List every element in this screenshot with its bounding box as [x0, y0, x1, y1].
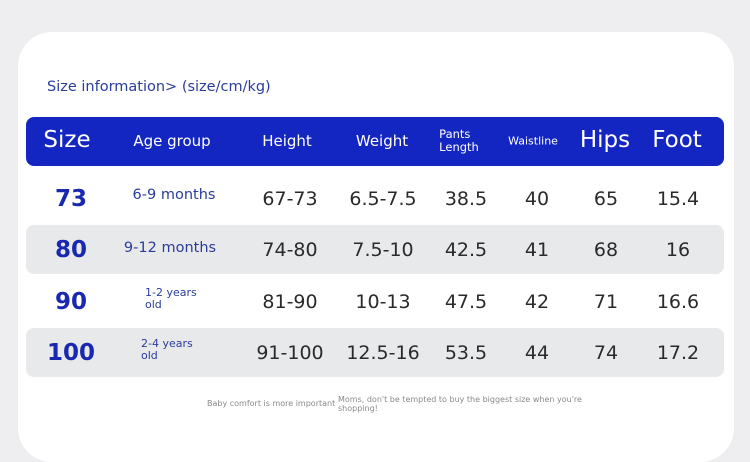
row3-age-line2: old	[145, 298, 162, 311]
header-pants-length: Pants Length	[439, 128, 479, 154]
row1-size: 73	[54, 186, 88, 212]
footnote-left: Baby comfort is more important	[207, 399, 336, 408]
row4-weight: 12.5-16	[346, 342, 420, 364]
header-hips: Hips	[579, 127, 631, 153]
row3-hips: 71	[593, 291, 619, 313]
size-information-title: Size information> (size/cm/kg)	[47, 79, 271, 95]
header-size: Size	[43, 127, 91, 153]
row3-size: 90	[54, 289, 88, 315]
row1-weight: 6.5-7.5	[349, 188, 417, 210]
row1-waist: 40	[524, 188, 550, 210]
row2-foot: 16	[665, 239, 691, 261]
row4-hips: 74	[593, 342, 619, 364]
footnote-right-line1: Moms, don't be tempted to buy the bigges…	[338, 395, 582, 404]
header-weight: Weight	[355, 132, 409, 150]
footnote-right: Moms, don't be tempted to buy the bigges…	[338, 395, 582, 413]
row2-hips: 68	[593, 239, 619, 261]
row4-waist: 44	[524, 342, 550, 364]
header-pants-line2: Length	[439, 140, 479, 154]
row2-height: 74-80	[262, 239, 318, 261]
row2-weight: 7.5-10	[352, 239, 414, 261]
row4-size: 100	[46, 340, 96, 366]
row3-age: 1-2 years old	[145, 287, 197, 311]
row3-pants: 47.5	[444, 291, 488, 313]
row2-waist: 41	[524, 239, 550, 261]
header-waistline: Waistline	[508, 134, 558, 148]
row4-age: 2-4 years old	[141, 338, 193, 362]
row4-age-line2: old	[141, 349, 158, 362]
row3-waist: 42	[524, 291, 550, 313]
row1-hips: 65	[593, 188, 619, 210]
header-age-group: Age group	[133, 132, 211, 150]
row2-age: 9-12 months	[123, 240, 217, 256]
row4-pants: 53.5	[444, 342, 488, 364]
row2-size: 80	[54, 237, 88, 263]
row3-foot: 16.6	[656, 291, 700, 313]
row1-foot: 15.4	[656, 188, 700, 210]
row4-height: 91-100	[256, 342, 324, 364]
row1-pants: 38.5	[444, 188, 488, 210]
row1-age: 6-9 months	[132, 187, 216, 203]
row1-height: 67-73	[262, 188, 318, 210]
footnote-right-line2: shopping!	[338, 404, 378, 413]
row2-pants: 42.5	[444, 239, 488, 261]
header-height: Height	[262, 132, 312, 150]
header-foot: Foot	[652, 127, 702, 153]
row4-foot: 17.2	[656, 342, 700, 364]
row3-height: 81-90	[262, 291, 318, 313]
row3-weight: 10-13	[355, 291, 411, 313]
